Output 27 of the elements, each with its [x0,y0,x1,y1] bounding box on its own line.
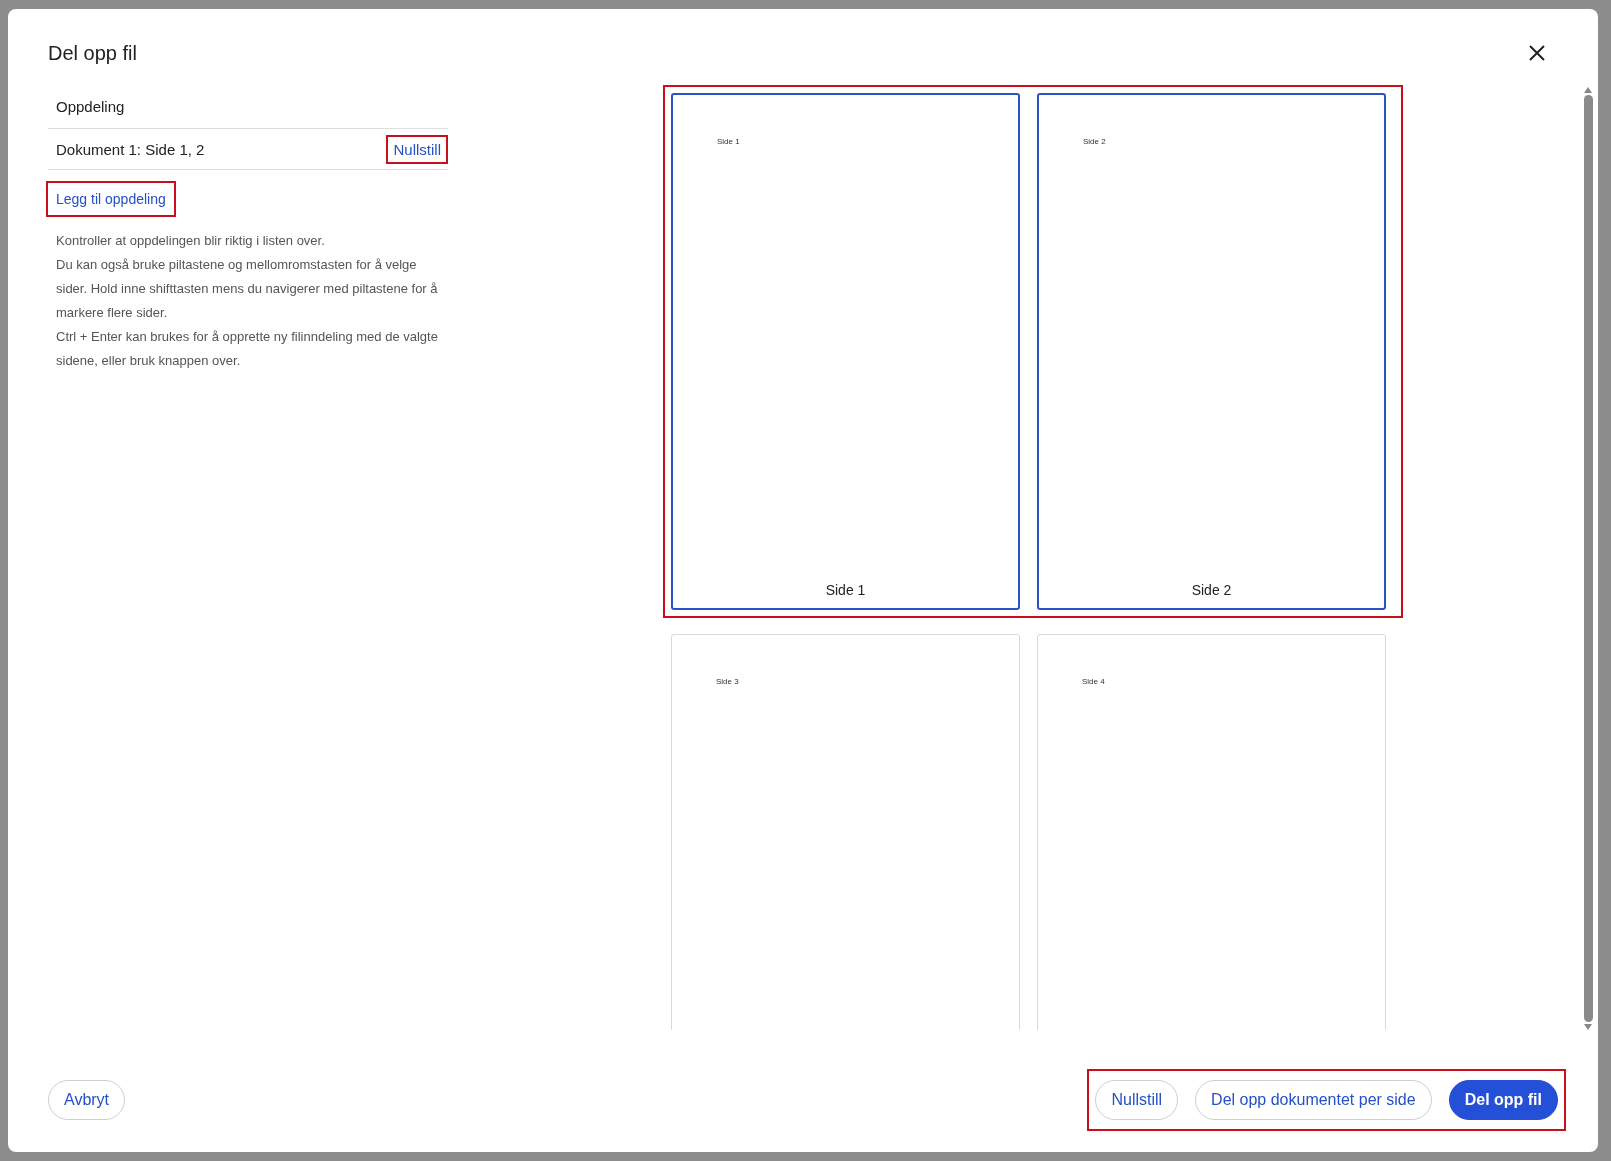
scroll-up-icon[interactable] [1584,87,1592,93]
reset-link[interactable]: Nullstill [388,136,446,162]
help-text: Kontroller at oppdelingen blir riktig i listen over. [56,232,326,250]
page-text: Side 3 [716,677,739,686]
page-thumbnail[interactable]: Side 3 [671,634,1020,1030]
scrollbar-thumb[interactable] [1583,95,1593,1022]
action-button[interactable]: Nullstill [1095,1080,1179,1120]
page-thumbnail[interactable]: Side 1 Side 1 [671,93,1020,610]
help-text: Du kan også bruke piltastene og mellomromstasten for å velge sider. Hold inne shifttasten mens du navigerer med piltastene for å markere flere sider. [56,256,439,322]
page-thumbnail[interactable]: Side 2 Side 2 [1037,93,1386,610]
section-heading: Oppdeling [48,85,448,129]
dialog-title: Del opp fil [48,41,137,66]
scrollbar[interactable] [1582,85,1594,1030]
scroll-down-icon[interactable] [1584,1024,1592,1030]
page-caption: Side 1 [824,582,867,598]
action-button[interactable]: Del opp dokumentet per side [1195,1080,1432,1120]
document-label: Dokument 1: Side 1, 2 [56,140,205,158]
add-split-button[interactable]: Legg til oppdeling [48,183,174,215]
close-icon [1529,45,1545,61]
page-text: Side 1 [717,137,740,146]
page-text: Side 2 [1083,137,1106,146]
page-caption: Side 2 [1190,582,1233,598]
split-file-button[interactable]: Del opp fil [1448,1080,1558,1120]
cancel-button[interactable]: Avbryt [48,1080,126,1120]
help-text: Ctrl + Enter kan brukes for å opprette ny filinndeling med de valgte sidene, eller bruk knappen over. [56,328,439,370]
page-text: Side 4 [1082,677,1105,686]
page-thumbnail[interactable]: Side 4 [1037,634,1386,1030]
